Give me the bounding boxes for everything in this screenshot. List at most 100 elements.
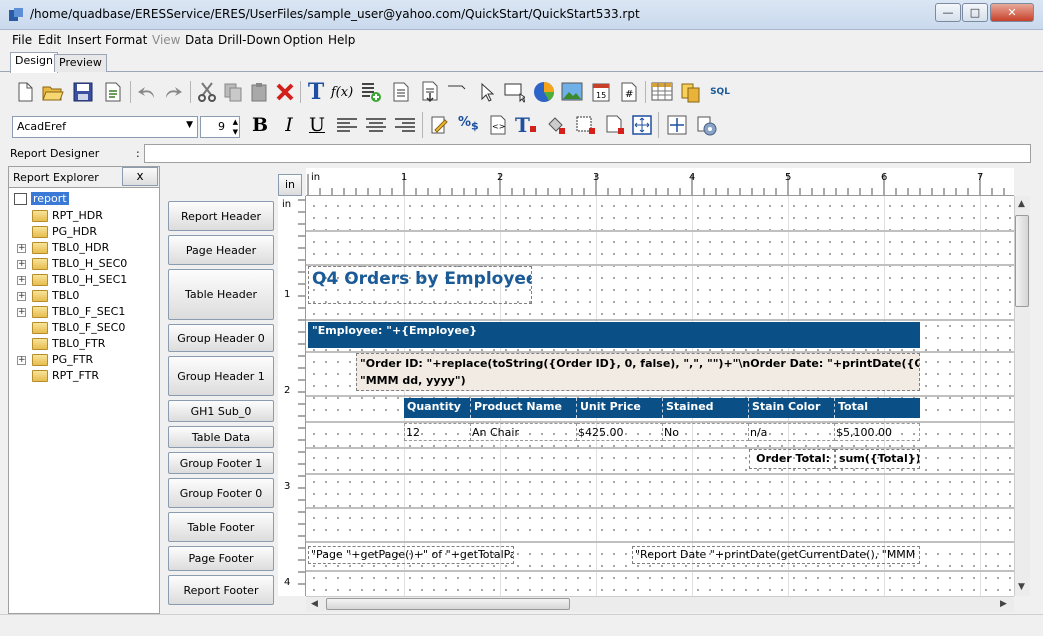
column-header-stained[interactable]: Stained xyxy=(663,398,749,418)
tab-design[interactable]: Design xyxy=(10,52,58,73)
section-table-footer[interactable]: Table Footer xyxy=(168,512,274,542)
font-name-select[interactable]: AcadEref ▼ xyxy=(12,116,198,138)
tree-item-tbl0[interactable]: TBL0 xyxy=(32,289,79,302)
new-icon[interactable] xyxy=(14,81,36,103)
cell-product-name[interactable]: An Chair xyxy=(471,423,577,441)
band-divider[interactable] xyxy=(306,230,1014,232)
pointer-icon[interactable] xyxy=(473,81,495,103)
tree-item-rpt-hdr[interactable]: RPT_HDR xyxy=(32,209,103,222)
section-report-header[interactable]: Report Header xyxy=(168,201,274,231)
move-icon[interactable] xyxy=(632,115,652,138)
vertical-scroll-thumb[interactable] xyxy=(1015,215,1029,307)
cell-stain-color[interactable]: n/a xyxy=(749,423,835,441)
underline-button[interactable]: U xyxy=(305,114,329,138)
stepper-arrows-icon[interactable]: ▲ ▼ xyxy=(233,117,238,137)
report-title-cell[interactable]: Q4 Orders by Employee xyxy=(308,266,532,304)
cell-quantity[interactable]: 12 xyxy=(404,423,471,441)
tree-root[interactable]: report xyxy=(14,192,69,205)
expand-icon[interactable]: + xyxy=(17,276,26,285)
band-divider[interactable] xyxy=(306,570,1014,572)
copy-icon[interactable] xyxy=(222,81,244,103)
tree-item-tbl0-f-sec0[interactable]: TBL0_F_SEC0 xyxy=(32,321,125,334)
image-icon[interactable] xyxy=(561,81,583,103)
expand-icon[interactable]: + xyxy=(17,356,26,365)
edit-icon[interactable] xyxy=(430,115,450,138)
cut-icon[interactable] xyxy=(196,81,218,103)
section-group-header-1[interactable]: Group Header 1 xyxy=(168,356,274,396)
section-page-header[interactable]: Page Header xyxy=(168,235,274,265)
menu-format[interactable]: Format xyxy=(105,33,147,47)
menu-drill-down[interactable]: Drill-Down xyxy=(218,33,281,47)
settings-icon[interactable] xyxy=(696,115,718,140)
menu-insert[interactable]: Insert xyxy=(67,33,101,47)
save-icon[interactable] xyxy=(72,81,94,103)
tree-item-tbl0-ftr[interactable]: TBL0_FTR xyxy=(32,337,105,350)
explorer-close-button[interactable]: x xyxy=(122,167,158,186)
import-icon[interactable] xyxy=(419,81,441,103)
tree-item-pg-hdr[interactable]: PG_HDR xyxy=(32,225,97,238)
align-right-icon[interactable] xyxy=(394,117,416,138)
band-divider[interactable] xyxy=(306,395,1014,397)
tree-item-tbl0-f-sec1[interactable]: TBL0_F_SEC1 xyxy=(32,305,125,318)
section-table-header[interactable]: Table Header xyxy=(168,269,274,320)
page-number-field[interactable]: "Page "+getPage()+" of "+getTotalPages() xyxy=(308,546,514,564)
tree-item-tbl0-h-sec0[interactable]: TBL0_H_SEC0 xyxy=(32,257,127,270)
section-gh1-sub-0[interactable]: GH1 Sub_0 xyxy=(168,400,274,422)
band-divider[interactable] xyxy=(306,507,1014,509)
page-color-icon[interactable] xyxy=(604,115,626,138)
scroll-right-icon[interactable]: ▶ xyxy=(1000,599,1007,609)
column-header-product-name[interactable]: Product Name xyxy=(471,398,577,418)
horizontal-scroll-thumb[interactable] xyxy=(326,598,570,610)
align-center-icon[interactable] xyxy=(365,117,387,138)
section-report-footer[interactable]: Report Footer xyxy=(168,575,274,605)
tab-preview[interactable]: Preview xyxy=(54,54,107,72)
close-button[interactable]: ✕ xyxy=(990,3,1034,22)
expand-icon[interactable]: + xyxy=(17,244,26,253)
designer-field[interactable] xyxy=(144,144,1031,163)
order-total-label[interactable]: Order Total: xyxy=(749,449,835,469)
column-header-quantity[interactable]: Quantity xyxy=(404,398,471,418)
save-as-icon[interactable] xyxy=(102,81,124,103)
menu-file[interactable]: File xyxy=(12,33,32,47)
resize-icon[interactable] xyxy=(667,115,687,138)
section-page-footer[interactable]: Page Footer xyxy=(168,546,274,571)
column-header-unit-price[interactable]: Unit Price xyxy=(577,398,663,418)
scroll-left-icon[interactable]: ◀ xyxy=(311,599,318,609)
paste-icon[interactable] xyxy=(248,81,270,103)
section-table-data[interactable]: Table Data xyxy=(168,426,274,448)
cell-total[interactable]: $5,100.00 xyxy=(835,423,920,441)
menu-option[interactable]: Option xyxy=(283,33,323,47)
delete-icon[interactable] xyxy=(274,81,296,103)
expand-icon[interactable]: + xyxy=(17,260,26,269)
order-total-value[interactable]: sum({Total}) xyxy=(835,449,920,469)
open-icon[interactable] xyxy=(42,81,64,103)
band-divider[interactable] xyxy=(306,319,1014,321)
menu-data[interactable]: Data xyxy=(185,33,214,47)
report-date-field[interactable]: "Report Date "+printDate(getCurrentDate(… xyxy=(632,546,920,564)
scroll-up-icon[interactable]: ▲ xyxy=(1018,199,1025,209)
tree-item-tbl0-h-sec1[interactable]: TBL0_H_SEC1 xyxy=(32,273,127,286)
report-canvas[interactable]: Q4 Orders by Employee "Employee: "+{Empl… xyxy=(306,196,1014,596)
text-icon[interactable]: T xyxy=(305,79,327,105)
sql-icon[interactable]: SQL xyxy=(709,81,731,103)
border-color-icon[interactable] xyxy=(575,115,597,138)
scroll-down-icon[interactable]: ▼ xyxy=(1018,582,1025,592)
tree-item-rpt-ftr[interactable]: RPT_FTR xyxy=(32,369,99,382)
tree-item-pg-ftr[interactable]: PG_FTR xyxy=(32,353,93,366)
database-icon[interactable] xyxy=(680,81,702,103)
band-divider[interactable] xyxy=(306,541,1014,543)
fill-color-icon[interactable] xyxy=(545,115,567,138)
italic-button[interactable]: I xyxy=(277,114,301,138)
rectangle-icon[interactable] xyxy=(503,81,525,103)
cell-unit-price[interactable]: $425.00 xyxy=(577,423,663,441)
band-divider[interactable] xyxy=(306,473,1014,475)
section-group-header-0[interactable]: Group Header 0 xyxy=(168,324,274,352)
add-column-icon[interactable] xyxy=(360,81,382,103)
subreport-icon[interactable] xyxy=(390,81,412,103)
undo-icon[interactable] xyxy=(136,81,158,103)
order-info-field[interactable]: "Order ID: "+replace(toString({Order ID}… xyxy=(356,353,920,391)
menu-view[interactable]: View xyxy=(152,33,180,47)
chart-icon[interactable] xyxy=(533,81,555,103)
bold-button[interactable]: B xyxy=(248,114,272,138)
html-icon[interactable]: <> xyxy=(488,115,508,138)
